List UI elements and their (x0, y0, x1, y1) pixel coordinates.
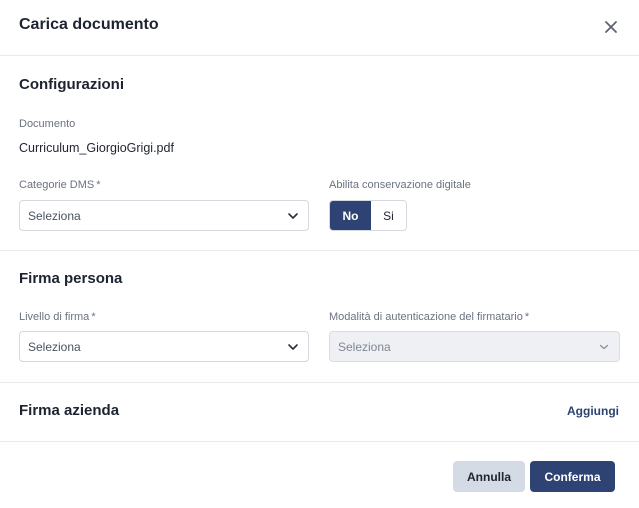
chevron-down-icon (288, 344, 298, 350)
digital-preservation-toggle: No Si (329, 200, 407, 231)
section-title-configurazioni: Configurazioni (19, 76, 124, 93)
signer-auth-mode-label: Modalità di autenticazione del firmatari… (329, 311, 529, 323)
dms-category-placeholder: Seleziona (28, 209, 81, 223)
section-title-firma-azienda: Firma azienda (19, 402, 120, 419)
signature-level-select[interactable]: Seleziona (19, 331, 309, 362)
footer-divider (0, 441, 639, 442)
dms-category-label: Categorie DMS * (19, 179, 100, 191)
required-mark: * (524, 311, 530, 323)
cancel-button[interactable]: Annulla (453, 461, 525, 492)
document-label: Documento (19, 118, 76, 130)
toggle-option-no[interactable]: No (330, 201, 371, 230)
signer-auth-mode-placeholder: Seleziona (338, 340, 391, 354)
signature-level-label-text: Livello di firma (19, 311, 90, 323)
modal-title: Carica documento (19, 16, 159, 33)
required-mark: * (91, 311, 96, 323)
close-icon (605, 21, 617, 33)
required-mark: * (96, 179, 101, 191)
section-divider (0, 250, 639, 251)
signer-auth-mode-select: Seleziona (329, 331, 620, 362)
document-filename: Curriculum_GiorgioGrigi.pdf (19, 141, 174, 155)
section-title-firma-persona: Firma persona (19, 270, 123, 287)
add-company-signature-link[interactable]: Aggiungi (567, 404, 619, 418)
confirm-button[interactable]: Conferma (530, 461, 615, 492)
dms-category-select[interactable]: Seleziona (19, 200, 309, 231)
upload-document-modal: Carica documento Configurazioni Document… (0, 0, 639, 508)
toggle-option-si[interactable]: Si (371, 201, 406, 230)
digital-preservation-label: Abilita conservazione digitale (329, 179, 471, 191)
chevron-down-icon (599, 344, 609, 350)
chevron-down-icon (288, 213, 298, 219)
dms-category-label-text: Categorie DMS (19, 179, 95, 191)
signer-auth-mode-label-text: Modalità di autenticazione del firmatari… (329, 311, 523, 323)
modal-header: Carica documento (0, 0, 639, 56)
section-divider (0, 382, 639, 383)
close-button[interactable] (600, 16, 622, 38)
signature-level-label: Livello di firma * (19, 311, 96, 323)
signature-level-placeholder: Seleziona (28, 340, 81, 354)
